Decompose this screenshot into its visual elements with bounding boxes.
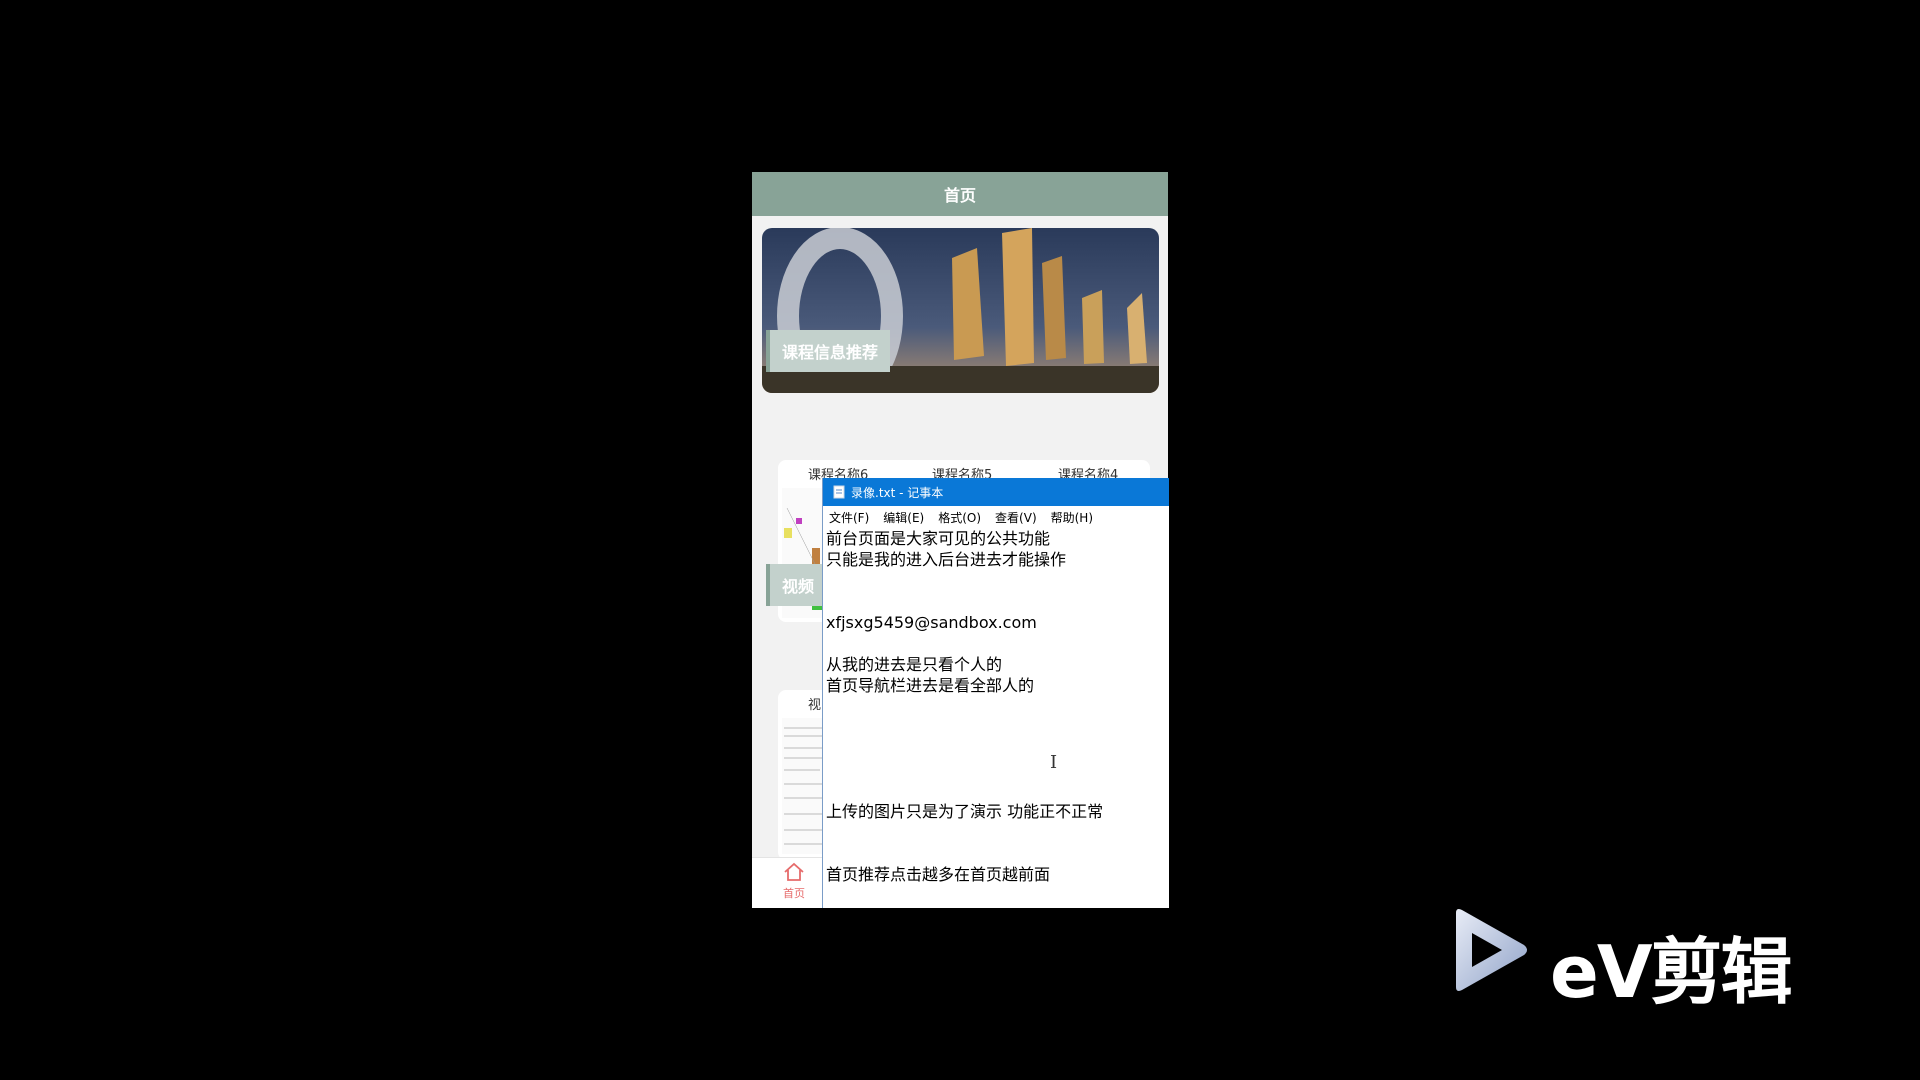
notepad-icon — [833, 485, 845, 499]
ev-brand-text: eV剪辑 — [1550, 930, 1793, 1014]
section-course-label: 课程信息推荐 — [782, 343, 879, 362]
text-line: 上传的图片只是为了演示 功能正不正常 — [826, 802, 1104, 821]
notepad-text-area[interactable]: 前台页面是大家可见的公共功能 只能是我的进入后台进去才能操作 xfjsxg545… — [826, 528, 1169, 908]
section-video-label: 视频 — [782, 577, 815, 596]
notepad-window[interactable]: 录像.txt - 记事本 文件(F) 编辑(E) 格式(O) 查看(V) 帮助(… — [822, 478, 1169, 908]
page-title: 首页 — [943, 186, 976, 205]
home-icon — [784, 862, 804, 881]
notepad-menubar: 文件(F) 编辑(E) 格式(O) 查看(V) 帮助(H) — [823, 506, 1169, 528]
section-video: 视频 — [766, 564, 827, 606]
ev-watermark: eV剪辑 — [1450, 905, 1820, 1014]
menu-file[interactable]: 文件(F) — [829, 509, 869, 526]
ev-play-icon — [1456, 909, 1527, 991]
text-line: xfjsxg5459@sandbox.com — [826, 613, 1037, 632]
text-line: 首页推荐点击越多在首页越前面 — [826, 865, 1051, 884]
menu-view[interactable]: 查看(V) — [995, 509, 1037, 526]
text-line: 从我的进去是只看个人的 — [826, 655, 1003, 674]
menu-help[interactable]: 帮助(H) — [1051, 509, 1093, 526]
notepad-title: 录像.txt - 记事本 — [851, 485, 944, 500]
text-line: 首页导航栏进去是看全部人的 — [826, 676, 1035, 695]
tab-home[interactable]: 首页 — [772, 862, 816, 901]
tab-home-label: 首页 — [783, 887, 805, 900]
notepad-titlebar[interactable]: 录像.txt - 记事本 — [823, 478, 1169, 506]
menu-format[interactable]: 格式(O) — [938, 509, 981, 526]
app-header: 首页 — [752, 172, 1168, 216]
section-course-recommend: 课程信息推荐 — [766, 330, 891, 372]
video-item[interactable]: 视 — [808, 694, 821, 713]
text-cursor-icon: I — [1050, 752, 1058, 773]
text-line: 前台页面是大家可见的公共功能 — [826, 529, 1051, 548]
text-line: 只能是我的进入后台进去才能操作 — [826, 550, 1067, 569]
menu-edit[interactable]: 编辑(E) — [883, 509, 924, 526]
